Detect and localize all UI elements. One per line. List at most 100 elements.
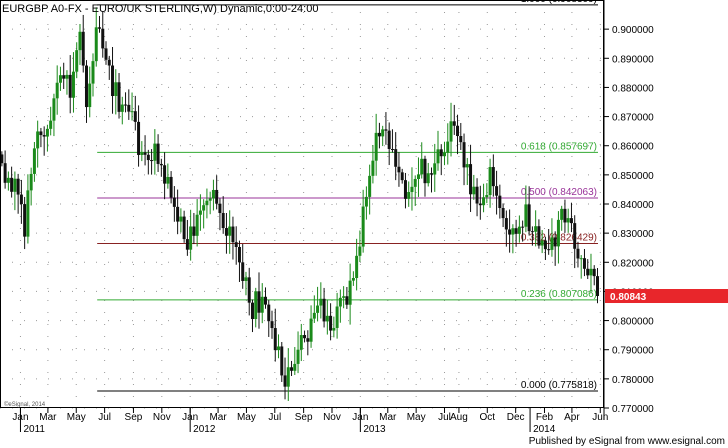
x-tick-label: Mar — [209, 412, 227, 423]
candle-body — [211, 189, 215, 199]
candle-body — [361, 206, 365, 247]
candle-body — [446, 141, 450, 153]
x-tick-label: Apr — [564, 412, 580, 423]
x-tick-label: May — [407, 412, 426, 423]
candle-body — [111, 65, 115, 97]
candle-body — [124, 104, 128, 106]
candle-body — [335, 306, 339, 328]
candle-body — [416, 174, 420, 180]
candle-body — [133, 111, 137, 122]
candle-body — [589, 268, 593, 276]
candle-body — [498, 195, 502, 209]
candle-body — [241, 262, 245, 281]
candle-body — [397, 166, 401, 173]
candle-body — [491, 167, 495, 187]
candle-body — [462, 142, 466, 168]
candle-body — [156, 143, 160, 164]
candle-body — [475, 186, 479, 204]
candle-body — [75, 50, 79, 72]
candle-body — [224, 228, 228, 236]
candle-body — [329, 315, 333, 331]
x-tick-label: Mar — [379, 412, 397, 423]
y-tick-label: 0.860000 — [612, 142, 654, 153]
candle-body — [137, 121, 141, 155]
y-tick-label: 0.820000 — [612, 258, 654, 269]
candle-body — [482, 197, 486, 206]
candle-body — [146, 154, 150, 161]
candle-body — [436, 149, 440, 164]
candle-body — [469, 164, 473, 195]
x-tick-label: May — [67, 412, 86, 423]
x-tick-label: Jul — [438, 412, 451, 423]
candle-body — [32, 148, 36, 174]
candle-body — [13, 178, 17, 192]
candle-body — [169, 176, 173, 198]
candle-body — [303, 335, 307, 339]
candle-body — [107, 59, 111, 66]
candle-body — [443, 152, 447, 157]
candle-body — [244, 277, 248, 281]
candle-body — [42, 135, 46, 137]
y-tick-label: 0.850000 — [612, 171, 654, 182]
y-tick-label: 0.840000 — [612, 200, 654, 211]
candle-body — [286, 367, 290, 387]
candle-body — [540, 240, 544, 246]
candle-body — [267, 304, 271, 322]
candle-body — [316, 305, 320, 313]
candle-body — [270, 321, 274, 329]
x-tick-label: Aug — [450, 412, 468, 423]
candle-body — [189, 226, 193, 250]
candle-body — [39, 131, 43, 136]
y-tick-label: 0.870000 — [612, 113, 654, 124]
candle-body — [576, 248, 580, 259]
candle-body — [290, 367, 294, 371]
x-tick-label: Feb — [536, 412, 554, 423]
candle-body — [459, 136, 463, 143]
fib-label: 0.000 (0.775818) — [521, 380, 597, 391]
y-tick-label: 0.900000 — [612, 25, 654, 36]
candle-body — [319, 298, 323, 306]
candle-body — [364, 196, 368, 207]
candle-body — [449, 121, 453, 142]
candle-body — [228, 226, 232, 236]
year-label: 2013 — [363, 424, 386, 435]
candle-body — [163, 165, 167, 184]
candle-body — [429, 173, 433, 175]
candle-body — [10, 177, 14, 192]
candle-body — [595, 276, 599, 297]
candle-body — [3, 163, 7, 183]
candle-body — [400, 172, 404, 181]
candle-body — [296, 349, 300, 364]
candle-body — [150, 160, 154, 162]
esignal-watermark: ©eSignal, 2014 — [4, 401, 46, 408]
candle-body — [410, 186, 414, 193]
candle-body — [52, 98, 56, 121]
candle-body — [456, 125, 460, 137]
published-by-footer: Published by eSignal from www.esignal.co… — [529, 436, 725, 447]
candle-body — [195, 214, 199, 236]
candle-body — [592, 268, 596, 277]
x-tick-label: Jun — [592, 412, 608, 423]
candle-body — [237, 246, 241, 263]
candle-body — [537, 226, 541, 246]
candle-body — [81, 31, 85, 66]
fib-label: 0.500 (0.842063) — [521, 187, 597, 198]
candle-body — [407, 192, 411, 199]
candle-body — [140, 152, 144, 155]
candle-body — [563, 208, 567, 223]
candle-body — [381, 129, 385, 137]
candle-body — [426, 173, 430, 184]
chart: 1.000 (0.908309)0.618 (0.857697)0.500 (0… — [0, 0, 728, 448]
y-tick-label: 0.770000 — [612, 404, 654, 415]
candle-body — [550, 237, 554, 250]
last-price-label: 0.80843 — [610, 292, 647, 303]
candle-body — [355, 255, 359, 278]
candle-body — [250, 302, 254, 320]
candle-body — [58, 75, 62, 83]
candle-body — [439, 149, 443, 157]
candle-body — [472, 186, 476, 195]
candle-body — [153, 143, 157, 161]
candle-body — [104, 48, 108, 60]
candle-body — [524, 204, 528, 227]
candle-body — [579, 258, 583, 260]
